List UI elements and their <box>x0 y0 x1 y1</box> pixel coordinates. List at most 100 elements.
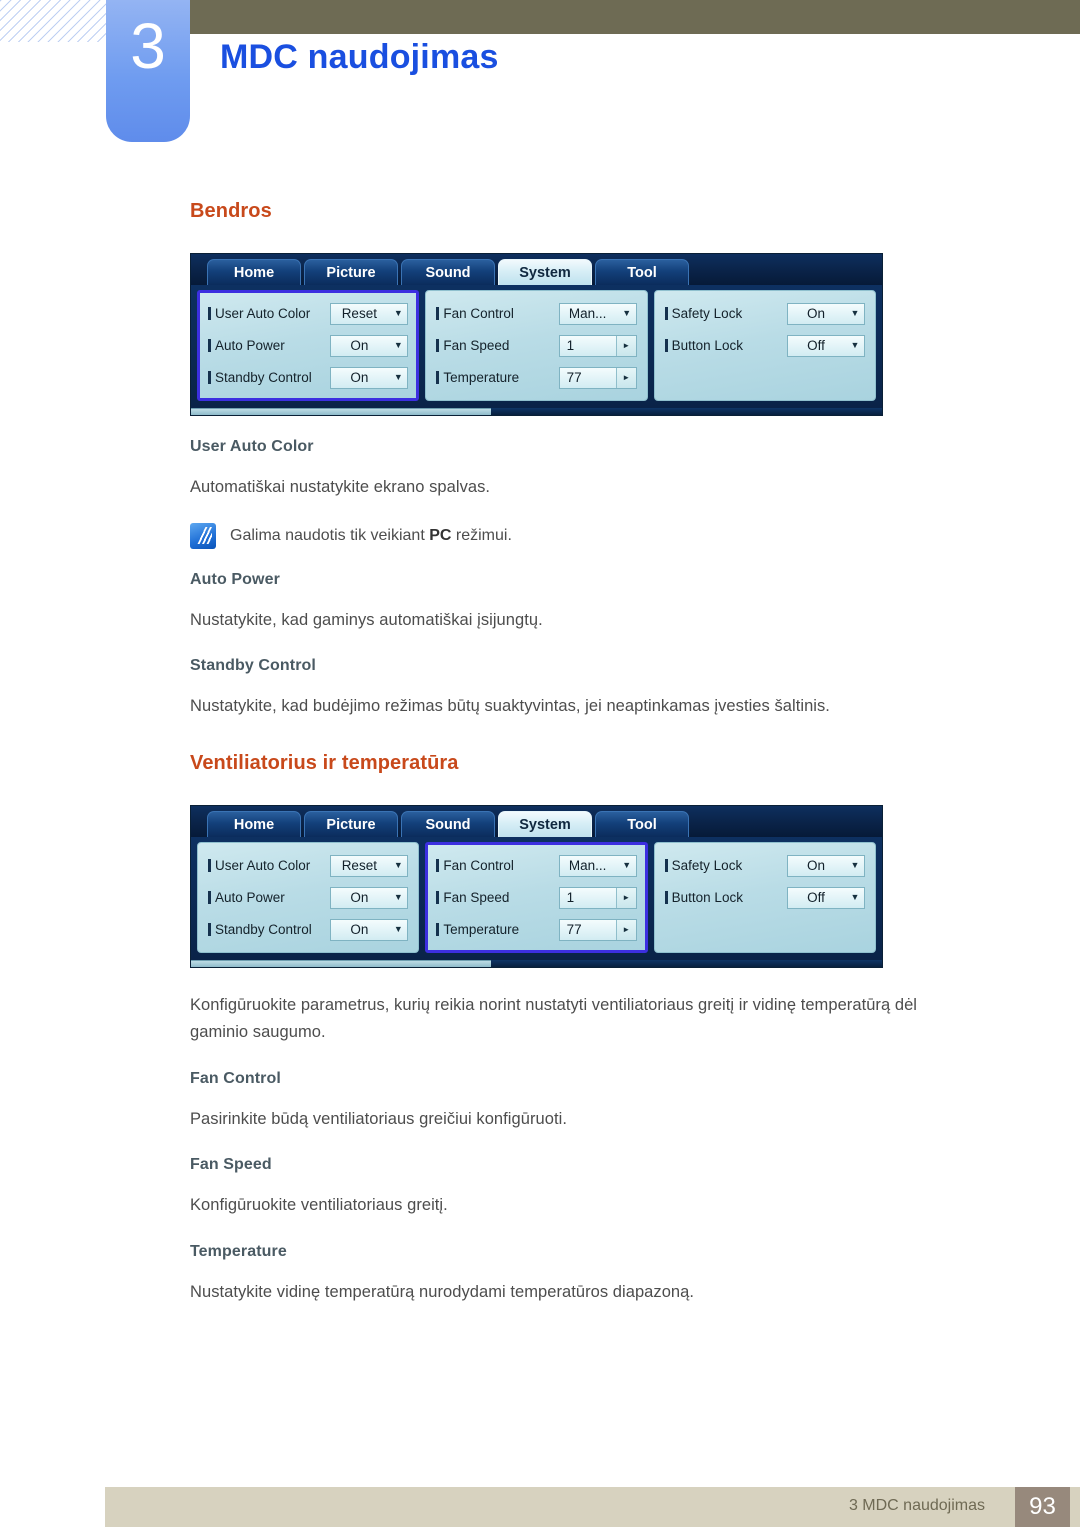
tab-picture[interactable]: Picture <box>304 811 398 838</box>
dropdown-fan-control[interactable]: Man... ▼ <box>558 302 637 325</box>
chevron-down-icon: ▼ <box>622 308 632 318</box>
footer-text: 3 MDC naudojimas <box>848 1497 985 1514</box>
row-button-lock: Button Lock Off ▼ <box>664 332 865 359</box>
row-fan-control: Fan Control Man... ▼ <box>436 852 637 879</box>
chevron-right-icon[interactable]: ► <box>615 335 636 356</box>
row-safety-lock: Safety Lock On ▼ <box>664 852 865 879</box>
dropdown-standby-control[interactable]: On ▼ <box>330 918 409 941</box>
tab-sound[interactable]: Sound <box>401 259 495 285</box>
bullet-icon <box>436 339 440 352</box>
bullet-icon <box>208 371 211 384</box>
panel-fan: Fan Control Man... ▼ Fan Speed 1 ► Tempe… <box>425 290 648 401</box>
dropdown-value: On <box>350 890 369 906</box>
bullet-icon <box>664 859 668 873</box>
body-auto-power: Nustatykite, kad gaminys automatiškai įs… <box>190 610 543 629</box>
chapter-number: 3 <box>130 10 166 82</box>
dropdown-value: On <box>350 922 369 938</box>
dropdown-value: On <box>806 306 825 321</box>
spinner-temperature[interactable]: 77 ► <box>558 918 637 941</box>
chevron-right-icon[interactable]: ► <box>615 887 636 908</box>
chevron-down-icon: ▼ <box>850 892 860 903</box>
section-heading-general: Bendros <box>190 200 272 222</box>
dropdown-auto-power[interactable]: On ▼ <box>330 886 409 909</box>
label-safety-lock: Safety Lock <box>664 306 787 321</box>
dropdown-value: Man... <box>568 858 607 874</box>
panel-lock: Safety Lock On ▼ Button Lock Off ▼ <box>653 842 876 954</box>
page-header: 3 MDC naudojimas <box>0 0 1080 160</box>
tab-tool[interactable]: Tool <box>595 811 689 838</box>
spinner-value: 77 <box>566 370 582 385</box>
bullet-icon <box>664 891 668 905</box>
label-button-lock: Button Lock <box>664 890 787 905</box>
header-olive-bar <box>190 0 1080 34</box>
dropdown-value: On <box>350 338 369 353</box>
dropdown-standby-control[interactable]: On ▼ <box>330 366 409 389</box>
mdc-tabbar: Home Picture Sound System Tool <box>191 254 882 285</box>
dropdown-button-lock[interactable]: Off ▼ <box>786 334 865 357</box>
body-user-auto-color: Automatiškai nustatykite ekrano spalvas. <box>190 478 491 496</box>
decorative-hatch-pattern <box>0 0 118 42</box>
label-auto-power: Auto Power <box>208 338 330 353</box>
note-icon <box>190 522 216 549</box>
bullet-icon <box>208 859 211 873</box>
subheading-auto-power: Auto Power <box>190 570 280 588</box>
dropdown-safety-lock[interactable]: On ▼ <box>786 854 865 877</box>
chevron-down-icon: ▼ <box>850 860 860 871</box>
tab-system[interactable]: System <box>498 811 592 838</box>
note-prefix: Galima naudotis tik veikiant <box>230 526 430 544</box>
chevron-down-icon: ▼ <box>393 308 403 318</box>
chevron-right-icon[interactable]: ► <box>615 919 636 940</box>
dropdown-button-lock[interactable]: Off ▼ <box>786 886 865 909</box>
chevron-down-icon: ▼ <box>393 860 403 871</box>
chevron-right-icon[interactable]: ► <box>615 367 636 388</box>
body-fan-speed: Konfigūruokite ventiliatoriaus greitį. <box>190 1196 448 1215</box>
note-text: Galima naudotis tik veikiant PC režimui. <box>230 523 512 548</box>
row-standby-control: Standby Control On ▼ <box>208 916 409 943</box>
dropdown-fan-control[interactable]: Man... ▼ <box>558 854 637 877</box>
body-fan-intro: Konfigūruokite parametrus, kurių reikia … <box>190 996 918 1041</box>
page-number: 93 <box>1015 1487 1070 1527</box>
bullet-icon <box>664 339 668 352</box>
spinner-value: 1 <box>566 338 575 353</box>
subheading-fan-speed: Fan Speed <box>190 1156 272 1174</box>
spinner-fan-speed[interactable]: 1 ► <box>558 886 637 909</box>
chevron-down-icon: ▼ <box>393 372 403 382</box>
row-standby-control: Standby Control On ▼ <box>208 364 409 391</box>
mdc-tabbar: Home Picture Sound System Tool <box>191 806 882 838</box>
tab-sound[interactable]: Sound <box>401 811 495 838</box>
chevron-down-icon: ▼ <box>850 340 860 350</box>
tab-system[interactable]: System <box>498 259 592 285</box>
label-standby-control: Standby Control <box>208 922 330 937</box>
spinner-fan-speed[interactable]: 1 ► <box>558 334 637 357</box>
dropdown-auto-power[interactable]: On ▼ <box>330 334 409 357</box>
dropdown-safety-lock[interactable]: On ▼ <box>786 302 865 325</box>
mdc-system-screenshot-general: Home Picture Sound System Tool User Auto… <box>190 253 883 416</box>
note-suffix: režimui. <box>451 526 512 544</box>
subheading-user-auto-color: User Auto Color <box>190 438 314 455</box>
dropdown-value: Reset <box>341 858 377 874</box>
row-user-auto-color: User Auto Color Reset ▼ <box>208 300 409 327</box>
chapter-number-tab: 3 <box>106 0 190 142</box>
tab-home[interactable]: Home <box>207 259 301 285</box>
row-spacer <box>665 916 865 943</box>
panel-lock: Safety Lock On ▼ Button Lock Off ▼ <box>653 290 876 401</box>
dropdown-user-auto-color[interactable]: Reset ▼ <box>330 854 409 877</box>
tab-home[interactable]: Home <box>207 811 301 838</box>
tab-tool[interactable]: Tool <box>595 259 689 285</box>
label-temperature: Temperature <box>436 922 558 937</box>
body-standby-control: Nustatykite, kad budėjimo režimas būtų s… <box>190 697 830 716</box>
mdc-body: User Auto Color Reset ▼ Auto Power On ▼ … <box>191 285 882 408</box>
row-fan-speed: Fan Speed 1 ► <box>436 332 637 359</box>
tab-picture[interactable]: Picture <box>304 259 398 285</box>
spinner-temperature[interactable]: 77 ► <box>558 366 637 389</box>
dropdown-value: Off <box>807 890 825 906</box>
panel-general: User Auto Color Reset ▼ Auto Power On ▼ … <box>197 290 420 401</box>
row-button-lock: Button Lock Off ▼ <box>664 884 865 911</box>
row-safety-lock: Safety Lock On ▼ <box>664 300 865 327</box>
row-auto-power: Auto Power On ▼ <box>208 332 409 359</box>
dropdown-value: On <box>806 858 825 874</box>
bullet-icon <box>436 307 440 320</box>
mdc-statusbar <box>191 408 882 415</box>
dropdown-user-auto-color[interactable]: Reset ▼ <box>330 302 409 325</box>
content-area: Bendros Home Picture Sound System Tool U… <box>190 200 950 1306</box>
